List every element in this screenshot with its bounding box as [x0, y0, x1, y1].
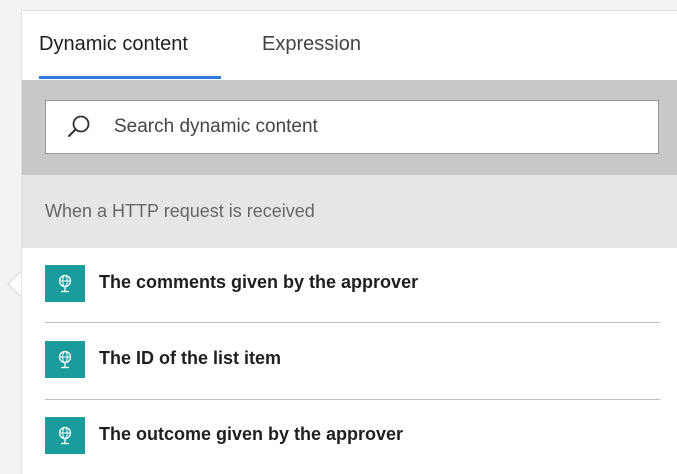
search-box[interactable] — [45, 100, 659, 154]
tab-dynamic-content[interactable]: Dynamic content — [39, 33, 188, 56]
tab-bar: Dynamic content Expression — [22, 11, 677, 79]
section-title: When a HTTP request is received — [45, 201, 315, 221]
search-input[interactable] — [114, 101, 644, 153]
list-item-label: The comments given by the approver — [99, 272, 419, 292]
dynamic-content-flyout: Dynamic content Expression When a HTTP r… — [0, 0, 677, 474]
list-divider — [45, 322, 660, 323]
request-globe-icon — [45, 265, 85, 302]
search-icon — [68, 115, 90, 137]
list-item-label: The ID of the list item — [99, 348, 282, 368]
list-item[interactable]: The ID of the list item — [45, 324, 660, 396]
list-item-label: The outcome given by the approver — [99, 424, 404, 444]
request-globe-icon — [45, 341, 85, 378]
active-tab-indicator — [39, 76, 221, 79]
search-area — [22, 80, 677, 175]
list-item[interactable]: The outcome given by the approver — [45, 400, 660, 472]
tab-expression[interactable]: Expression — [262, 33, 361, 56]
request-globe-icon — [45, 417, 85, 454]
section-header[interactable]: When a HTTP request is received — [22, 175, 677, 248]
list-item[interactable]: The comments given by the approver — [45, 248, 660, 320]
flyout-panel: Dynamic content Expression When a HTTP r… — [21, 10, 677, 474]
